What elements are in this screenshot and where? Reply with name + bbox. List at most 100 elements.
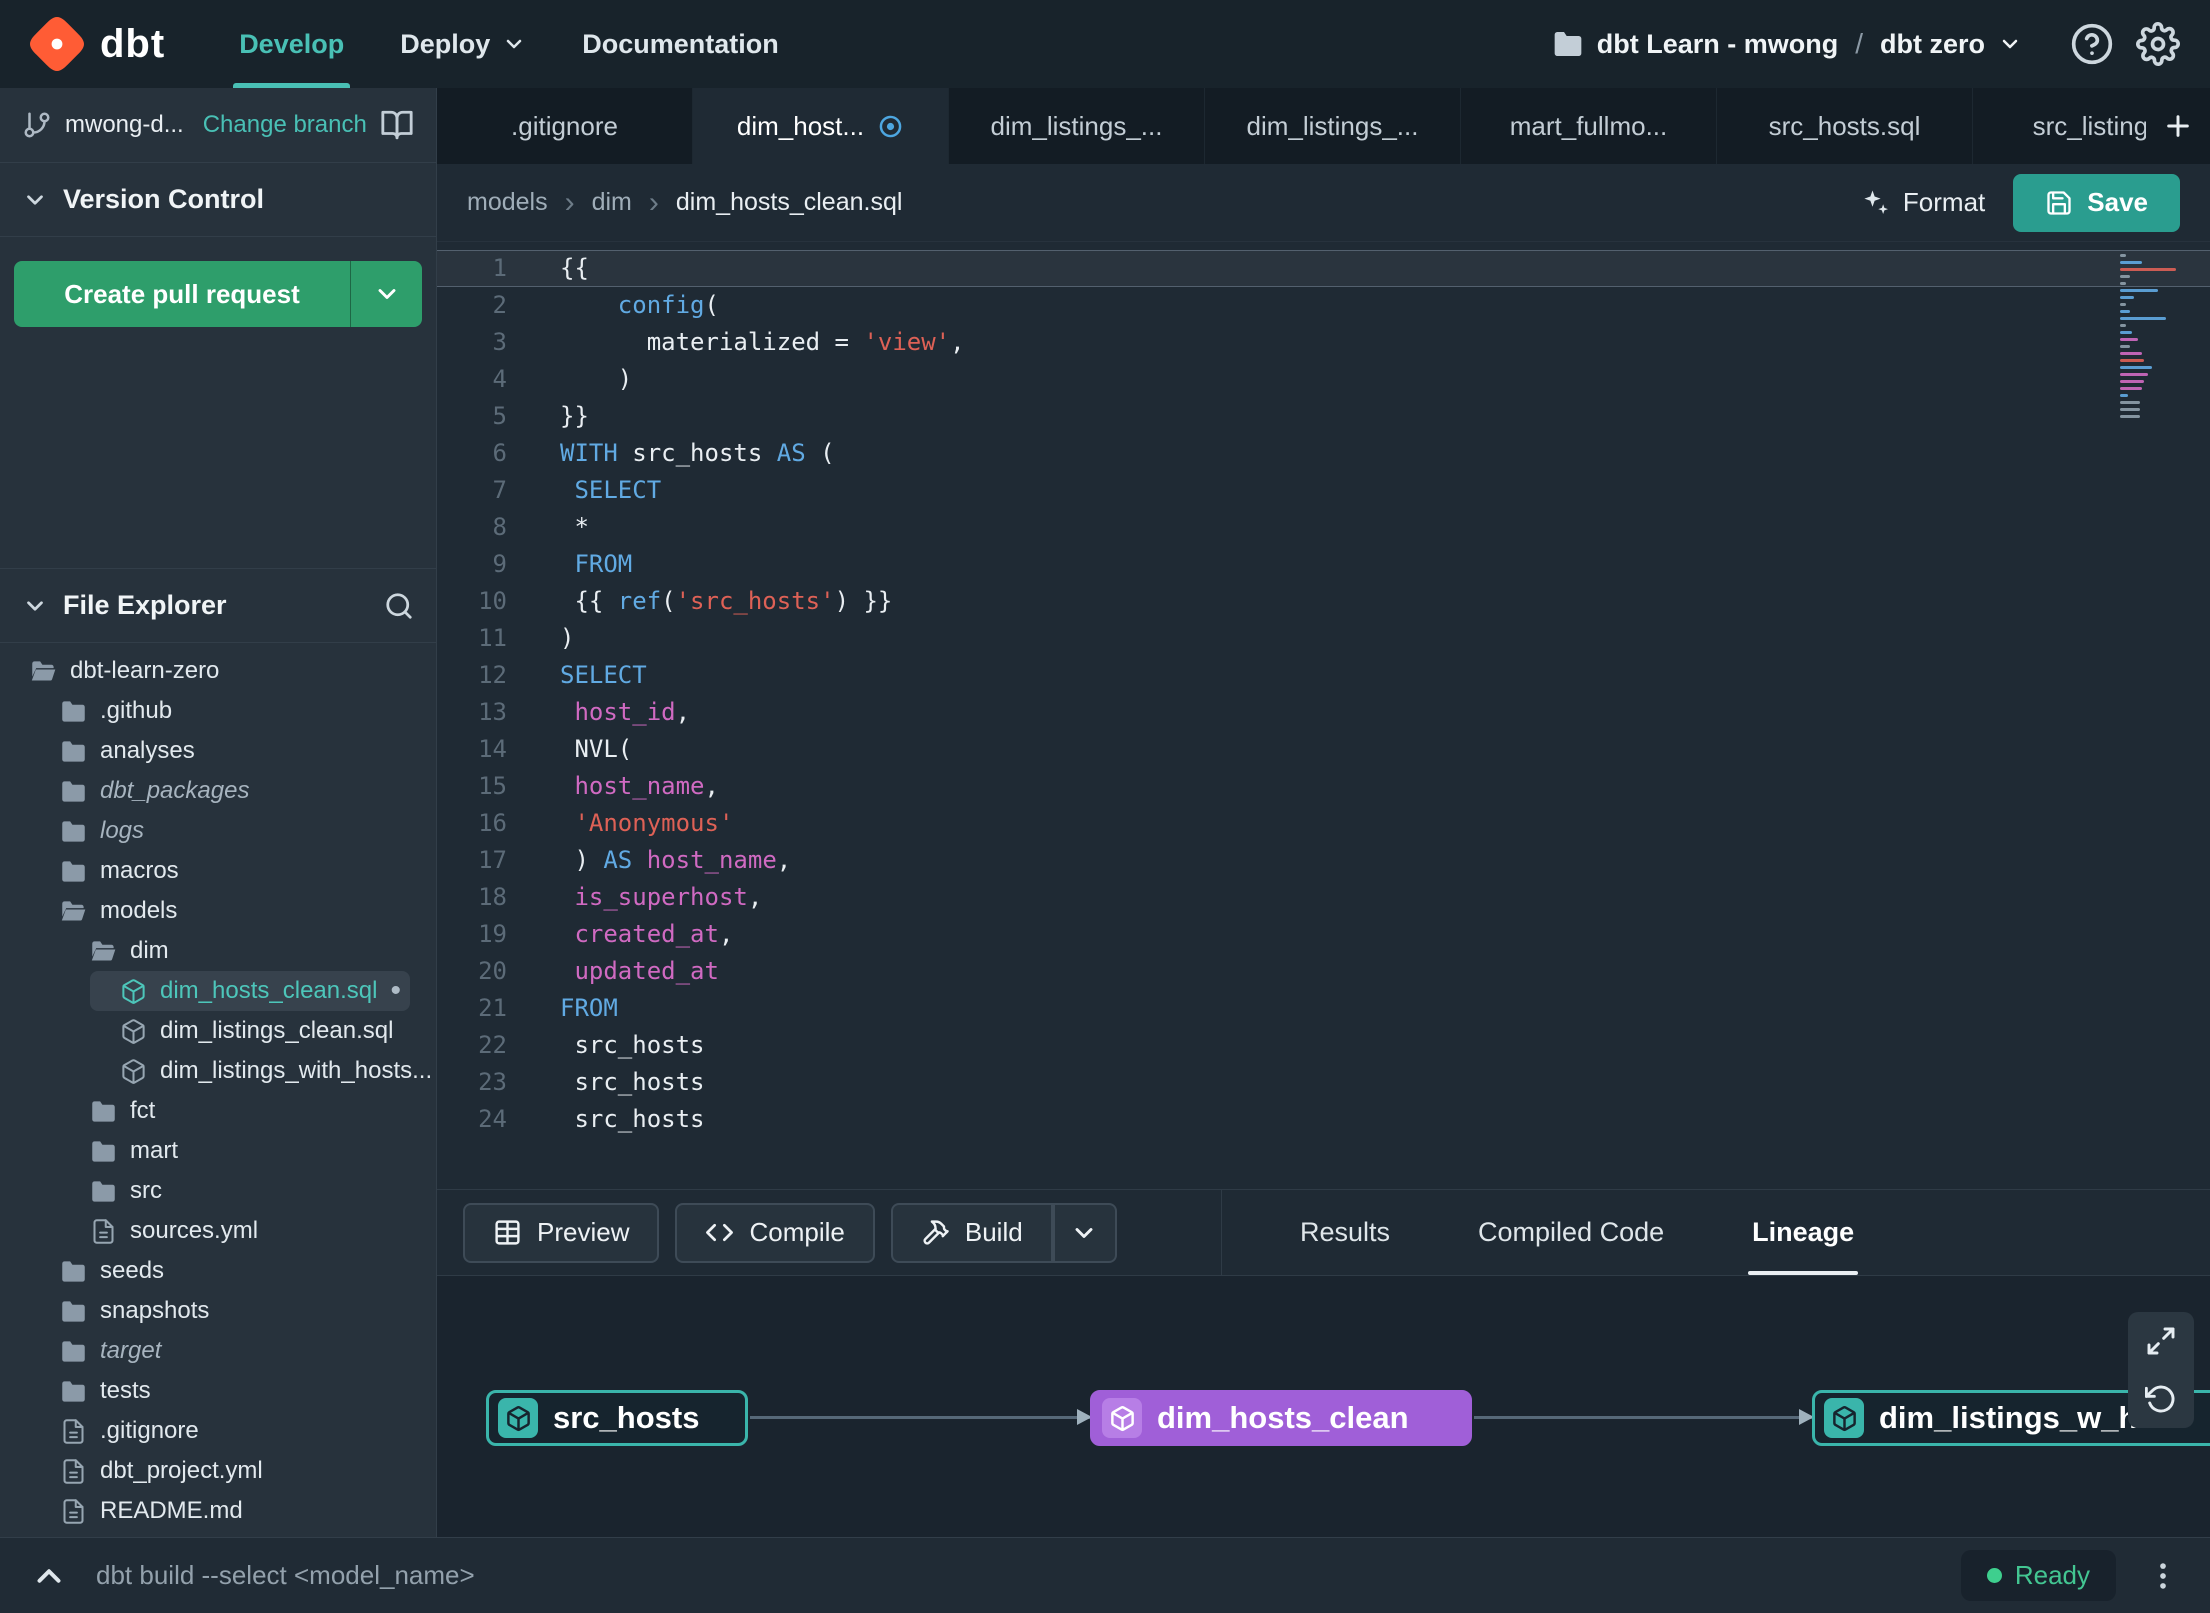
crumb-models[interactable]: models xyxy=(467,188,548,217)
code-line-3[interactable]: 3 materialized = 'view', xyxy=(437,324,2210,361)
editor-tab-dim-host[interactable]: dim_host... xyxy=(693,88,949,164)
code-line-1[interactable]: 1 {{ xyxy=(437,250,2210,287)
tree-item-github[interactable]: .github xyxy=(0,691,436,731)
tab-results[interactable]: Results xyxy=(1256,1190,1434,1275)
code-line-16[interactable]: 16 'Anonymous' xyxy=(437,805,2210,842)
reset-view-button[interactable] xyxy=(2128,1370,2194,1428)
code-line-24[interactable]: 24 src_hosts xyxy=(437,1101,2210,1138)
tree-item-models[interactable]: models xyxy=(0,891,436,931)
fullscreen-button[interactable] xyxy=(2128,1312,2194,1370)
build-dropdown-button[interactable] xyxy=(1052,1202,1117,1263)
kebab-menu-icon[interactable] xyxy=(2146,1559,2180,1593)
tree-item-dim-listings-clean-sql[interactable]: dim_listings_clean.sql xyxy=(0,1011,436,1051)
editor-tab-dim-listings[interactable]: dim_listings_... xyxy=(1205,88,1461,164)
tree-item-analyses[interactable]: analyses xyxy=(0,731,436,771)
minimap[interactable] xyxy=(2120,254,2180,422)
code-line-10[interactable]: 10 {{ ref('src_hosts') }} xyxy=(437,583,2210,620)
create-pr-button[interactable]: Create pull request xyxy=(14,261,422,327)
new-tab-button[interactable] xyxy=(2146,88,2210,164)
code-line-9[interactable]: 9 FROM xyxy=(437,546,2210,583)
change-branch-link[interactable]: Change branch xyxy=(203,111,367,139)
line-number: 20 xyxy=(478,957,507,985)
tree-item-readme-md[interactable]: README.md xyxy=(0,1491,436,1531)
compile-button[interactable]: Compile xyxy=(675,1202,875,1263)
folder-icon xyxy=(90,1138,117,1165)
editor-tab-mart-fullmo[interactable]: mart_fullmo... xyxy=(1461,88,1717,164)
line-text: is_superhost, xyxy=(574,883,763,911)
tree-item-macros[interactable]: macros xyxy=(0,851,436,891)
lineage-edge xyxy=(750,1409,1092,1425)
code-line-18[interactable]: 18 is_superhost, xyxy=(437,879,2210,916)
code-line-7[interactable]: 7 SELECT xyxy=(437,472,2210,509)
tree-item-mart[interactable]: mart xyxy=(0,1131,436,1171)
command-input[interactable]: dbt build --select <model_name> xyxy=(96,1560,475,1591)
tree-item-fct[interactable]: fct xyxy=(0,1091,436,1131)
project-selector[interactable]: dbt Learn - mwong / dbt zero xyxy=(1552,28,2022,60)
code-line-14[interactable]: 14 NVL( xyxy=(437,731,2210,768)
tree-item-gitignore[interactable]: .gitignore xyxy=(0,1411,436,1451)
command-bar: dbt build --select <model_name> Ready xyxy=(0,1537,2210,1613)
tree-item-dim-hosts-clean-sql[interactable]: dim_hosts_clean.sql • xyxy=(90,971,410,1011)
node-label: dim_hosts_clean xyxy=(1157,1400,1409,1435)
code-line-2[interactable]: 2 config( xyxy=(437,287,2210,324)
create-pr-dropdown-button[interactable] xyxy=(350,261,422,327)
tab-lineage[interactable]: Lineage xyxy=(1708,1190,1898,1275)
docs-book-icon[interactable] xyxy=(380,108,414,142)
line-number: 5 xyxy=(492,402,507,430)
search-icon[interactable] xyxy=(384,591,414,621)
code-line-21[interactable]: 21 FROM xyxy=(437,990,2210,1027)
tree-item-src[interactable]: src xyxy=(0,1171,436,1211)
code-line-5[interactable]: 5}} xyxy=(437,398,2210,435)
format-label: Format xyxy=(1902,187,1986,217)
tree-item-dbt-project-yml[interactable]: dbt_project.yml xyxy=(0,1451,436,1491)
crumb-dim[interactable]: dim xyxy=(592,188,632,217)
tree-item-label: README.md xyxy=(100,1497,243,1524)
editor-tab-src-hosts-sql[interactable]: src_hosts.sql xyxy=(1717,88,1973,164)
code-line-19[interactable]: 19 created_at, xyxy=(437,916,2210,953)
code-line-13[interactable]: 13 host_id, xyxy=(437,694,2210,731)
tree-item-dim-listings-with-hosts[interactable]: dim_listings_with_hosts... xyxy=(0,1051,436,1091)
build-button[interactable]: Build xyxy=(890,1202,1053,1263)
code-line-11[interactable]: 11) xyxy=(437,620,2210,657)
preview-button[interactable]: Preview xyxy=(463,1202,660,1263)
code-line-8[interactable]: 8 * xyxy=(437,509,2210,546)
chevron-up-icon[interactable] xyxy=(30,1557,68,1595)
tree-item-dbt-packages[interactable]: dbt_packages xyxy=(0,771,436,811)
tab-compiled-code[interactable]: Compiled Code xyxy=(1434,1190,1708,1275)
minimap-line xyxy=(2120,387,2142,390)
code-editor[interactable]: 1{{2 config(3 materialized = 'view', 4 ) 5… xyxy=(437,242,2210,1189)
nav-develop[interactable]: Develop xyxy=(211,0,372,88)
help-button[interactable] xyxy=(2070,22,2114,66)
nav-label: Documentation xyxy=(582,28,779,59)
tree-item-sources-yml[interactable]: sources.yml xyxy=(0,1211,436,1251)
tree-item-logs[interactable]: logs xyxy=(0,811,436,851)
code-line-6[interactable]: 6 WITH src_hosts AS ( xyxy=(437,435,2210,472)
code-line-15[interactable]: 15 host_name, xyxy=(437,768,2210,805)
code-line-4[interactable]: 4 ) xyxy=(437,361,2210,398)
tree-item-dim[interactable]: dim xyxy=(0,931,436,971)
code-line-20[interactable]: 20 updated_at xyxy=(437,953,2210,990)
tree-item-tests[interactable]: tests xyxy=(0,1371,436,1411)
tree-item-dbt-learn-zero[interactable]: dbt-learn-zero xyxy=(0,651,436,691)
tree-item-target[interactable]: target xyxy=(0,1331,436,1371)
version-control-header[interactable]: Version Control xyxy=(0,163,436,237)
nav-documentation[interactable]: Documentation xyxy=(554,0,807,88)
code-line-22[interactable]: 22 src_hosts xyxy=(437,1027,2210,1064)
tree-item-seeds[interactable]: seeds xyxy=(0,1251,436,1291)
file-explorer-header[interactable]: File Explorer xyxy=(0,569,436,643)
editor-tab-gitignore[interactable]: .gitignore xyxy=(437,88,693,164)
format-button[interactable]: Format xyxy=(1832,175,2013,231)
dbt-brand[interactable]: dbt xyxy=(30,17,165,71)
code-line-17[interactable]: 17 ) AS host_name, xyxy=(437,842,2210,879)
minimap-line xyxy=(2120,317,2166,320)
code-line-23[interactable]: 23 src_hosts xyxy=(437,1064,2210,1101)
settings-gear-button[interactable] xyxy=(2136,22,2180,66)
nav-deploy[interactable]: Deploy xyxy=(372,0,554,88)
editor-tab-dim-listings[interactable]: dim_listings_... xyxy=(949,88,1205,164)
save-button[interactable]: Save xyxy=(2013,173,2180,232)
lineage-node-dim-hosts-clean[interactable]: dim_hosts_clean xyxy=(1090,1390,1472,1446)
code-line-12[interactable]: 12 SELECT xyxy=(437,657,2210,694)
tree-item-snapshots[interactable]: snapshots xyxy=(0,1291,436,1331)
lineage-canvas[interactable]: src_hosts dim_hosts_clean dim_listings_w… xyxy=(437,1275,2210,1537)
lineage-node-src-hosts[interactable]: src_hosts xyxy=(486,1390,748,1446)
